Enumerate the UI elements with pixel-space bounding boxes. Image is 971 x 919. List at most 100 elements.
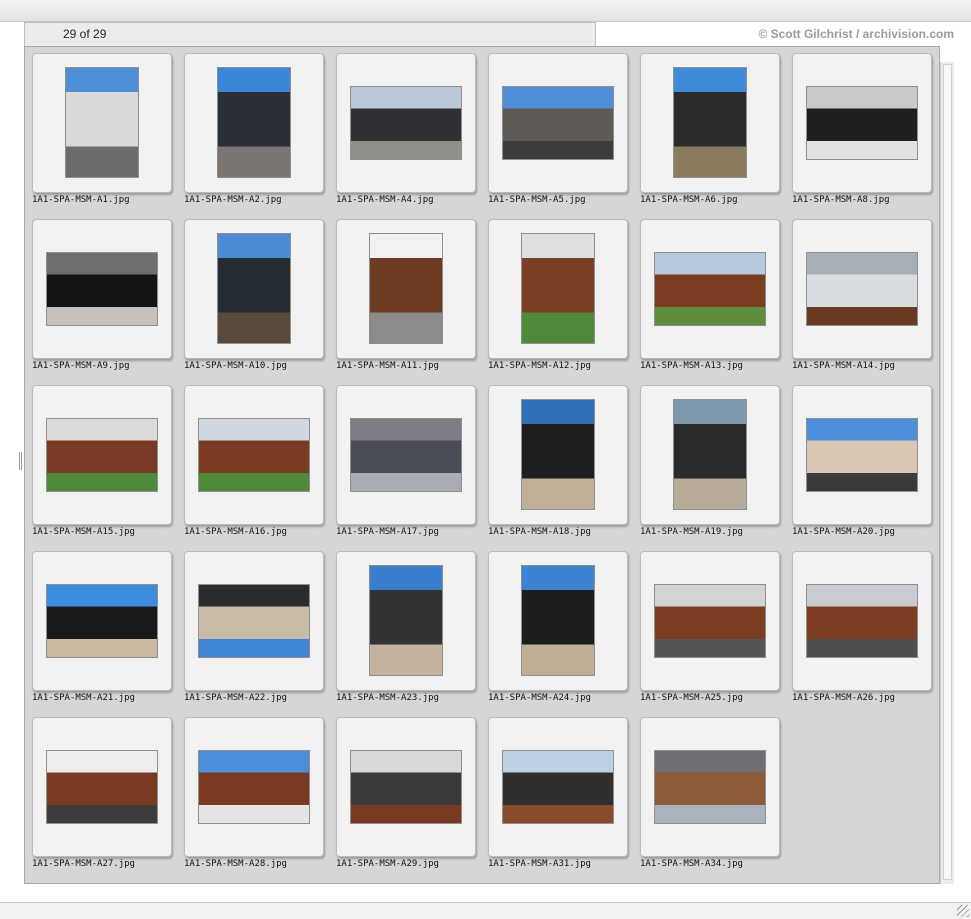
thumbnail-image[interactable] <box>350 86 462 160</box>
thumbnail-slide[interactable] <box>792 53 932 193</box>
thumbnail-slide[interactable] <box>792 219 932 359</box>
thumbnail-image[interactable] <box>521 233 595 344</box>
thumbnail-slide[interactable] <box>184 53 324 193</box>
thumbnail-slide[interactable] <box>184 219 324 359</box>
thumbnail-image[interactable] <box>46 418 158 492</box>
thumbnail-slide[interactable] <box>488 219 628 359</box>
thumbnail-image[interactable] <box>46 252 158 326</box>
thumbnail-slide[interactable] <box>336 219 476 359</box>
thumbnail-slide[interactable] <box>488 53 628 193</box>
vertical-scrollbar[interactable] <box>940 62 954 884</box>
thumbnail-image[interactable] <box>502 750 614 824</box>
thumbnail-card[interactable]: 1A1-SPA-MSM-A6.jpg <box>640 53 780 215</box>
thumbnail-card[interactable]: 1A1-SPA-MSM-A12.jpg <box>488 219 628 381</box>
thumbnail-slide[interactable] <box>336 53 476 193</box>
thumbnail-image[interactable] <box>369 565 443 676</box>
thumbnail-slide[interactable] <box>792 385 932 525</box>
thumbnail-slide[interactable] <box>640 385 780 525</box>
thumbnail-card[interactable]: 1A1-SPA-MSM-A18.jpg <box>488 385 628 547</box>
thumbnail-image[interactable] <box>521 565 595 676</box>
thumbnail-image[interactable] <box>806 418 918 492</box>
thumbnail-card[interactable]: 1A1-SPA-MSM-A26.jpg <box>792 551 932 713</box>
thumbnail-image[interactable] <box>521 399 595 510</box>
thumbnail-slide[interactable] <box>336 385 476 525</box>
thumbnail-slide[interactable] <box>640 219 780 359</box>
thumbnail-card[interactable]: 1A1-SPA-MSM-A2.jpg <box>184 53 324 215</box>
thumbnail-card[interactable]: 1A1-SPA-MSM-A21.jpg <box>32 551 172 713</box>
thumbnail-filename: 1A1-SPA-MSM-A17.jpg <box>336 527 439 537</box>
thumbnail-card[interactable]: 1A1-SPA-MSM-A10.jpg <box>184 219 324 381</box>
thumbnail-slide[interactable] <box>32 219 172 359</box>
thumbnail-slide[interactable] <box>184 717 324 857</box>
panel-resize-handle[interactable] <box>19 452 22 470</box>
thumbnail-card[interactable]: 1A1-SPA-MSM-A14.jpg <box>792 219 932 381</box>
thumbnail-filename: 1A1-SPA-MSM-A23.jpg <box>336 693 439 703</box>
thumbnail-slide[interactable] <box>488 717 628 857</box>
thumbnail-filename: 1A1-SPA-MSM-A1.jpg <box>32 195 130 205</box>
thumbnail-card[interactable]: 1A1-SPA-MSM-A27.jpg <box>32 717 172 879</box>
thumbnail-slide[interactable] <box>184 551 324 691</box>
thumbnail-image[interactable] <box>46 750 158 824</box>
thumbnail-card[interactable]: 1A1-SPA-MSM-A16.jpg <box>184 385 324 547</box>
thumbnail-filename: 1A1-SPA-MSM-A13.jpg <box>640 361 743 371</box>
thumbnail-slide[interactable] <box>32 717 172 857</box>
thumbnail-card[interactable]: 1A1-SPA-MSM-A24.jpg <box>488 551 628 713</box>
thumbnail-image[interactable] <box>217 67 291 178</box>
thumbnail-filename: 1A1-SPA-MSM-A15.jpg <box>32 527 135 537</box>
thumbnail-card[interactable]: 1A1-SPA-MSM-A23.jpg <box>336 551 476 713</box>
thumbnail-slide[interactable] <box>640 53 780 193</box>
thumbnail-card[interactable]: 1A1-SPA-MSM-A15.jpg <box>32 385 172 547</box>
thumbnail-image[interactable] <box>46 584 158 658</box>
thumbnail-image[interactable] <box>673 67 747 178</box>
thumbnail-card[interactable]: 1A1-SPA-MSM-A25.jpg <box>640 551 780 713</box>
thumbnail-card[interactable]: 1A1-SPA-MSM-A34.jpg <box>640 717 780 879</box>
thumbnail-slide[interactable] <box>792 551 932 691</box>
thumbnail-card[interactable]: 1A1-SPA-MSM-A13.jpg <box>640 219 780 381</box>
thumbnail-slide[interactable] <box>184 385 324 525</box>
thumbnail-slide[interactable] <box>32 385 172 525</box>
thumbnail-image[interactable] <box>806 86 918 160</box>
thumbnail-card[interactable]: 1A1-SPA-MSM-A5.jpg <box>488 53 628 215</box>
thumbnail-image[interactable] <box>65 67 139 178</box>
thumbnail-image[interactable] <box>198 750 310 824</box>
thumbnail-slide[interactable] <box>336 717 476 857</box>
thumbnail-slide[interactable] <box>32 551 172 691</box>
thumbnail-image[interactable] <box>654 584 766 658</box>
thumbnail-card[interactable]: 1A1-SPA-MSM-A28.jpg <box>184 717 324 879</box>
thumbnail-slide[interactable] <box>32 53 172 193</box>
thumbnail-filename: 1A1-SPA-MSM-A27.jpg <box>32 859 135 869</box>
thumbnail-filename: 1A1-SPA-MSM-A20.jpg <box>792 527 895 537</box>
thumbnail-image[interactable] <box>673 399 747 510</box>
thumbnail-card[interactable]: 1A1-SPA-MSM-A11.jpg <box>336 219 476 381</box>
thumbnail-card[interactable]: 1A1-SPA-MSM-A20.jpg <box>792 385 932 547</box>
thumbnail-slide[interactable] <box>640 551 780 691</box>
thumbnail-card[interactable]: 1A1-SPA-MSM-A17.jpg <box>336 385 476 547</box>
thumbnail-slide[interactable] <box>488 385 628 525</box>
thumbnail-card[interactable]: 1A1-SPA-MSM-A22.jpg <box>184 551 324 713</box>
thumbnail-card[interactable]: 1A1-SPA-MSM-A1.jpg <box>32 53 172 215</box>
thumbnail-filename: 1A1-SPA-MSM-A18.jpg <box>488 527 591 537</box>
thumbnail-image[interactable] <box>350 418 462 492</box>
thumbnail-slide[interactable] <box>488 551 628 691</box>
thumbnail-card[interactable]: 1A1-SPA-MSM-A8.jpg <box>792 53 932 215</box>
thumbnail-image[interactable] <box>198 418 310 492</box>
thumbnail-image[interactable] <box>654 252 766 326</box>
thumbnail-card[interactable]: 1A1-SPA-MSM-A29.jpg <box>336 717 476 879</box>
thumbnail-card[interactable]: 1A1-SPA-MSM-A31.jpg <box>488 717 628 879</box>
thumbnail-image[interactable] <box>350 750 462 824</box>
thumbnail-slide[interactable] <box>640 717 780 857</box>
thumbnail-image[interactable] <box>217 233 291 344</box>
header-tab <box>24 22 596 47</box>
thumbnail-image[interactable] <box>198 584 310 658</box>
scrollbar-thumb[interactable] <box>943 64 952 880</box>
thumbnail-card[interactable]: 1A1-SPA-MSM-A9.jpg <box>32 219 172 381</box>
thumbnail-image[interactable] <box>806 252 918 326</box>
thumbnail-card[interactable]: 1A1-SPA-MSM-A4.jpg <box>336 53 476 215</box>
thumbnail-image[interactable] <box>502 86 614 160</box>
thumbnail-image[interactable] <box>369 233 443 344</box>
thumbnail-image[interactable] <box>806 584 918 658</box>
thumbnail-image[interactable] <box>654 750 766 824</box>
thumbnail-card[interactable]: 1A1-SPA-MSM-A19.jpg <box>640 385 780 547</box>
window-resize-grip-icon[interactable] <box>957 905 969 917</box>
thumbnail-slide[interactable] <box>336 551 476 691</box>
